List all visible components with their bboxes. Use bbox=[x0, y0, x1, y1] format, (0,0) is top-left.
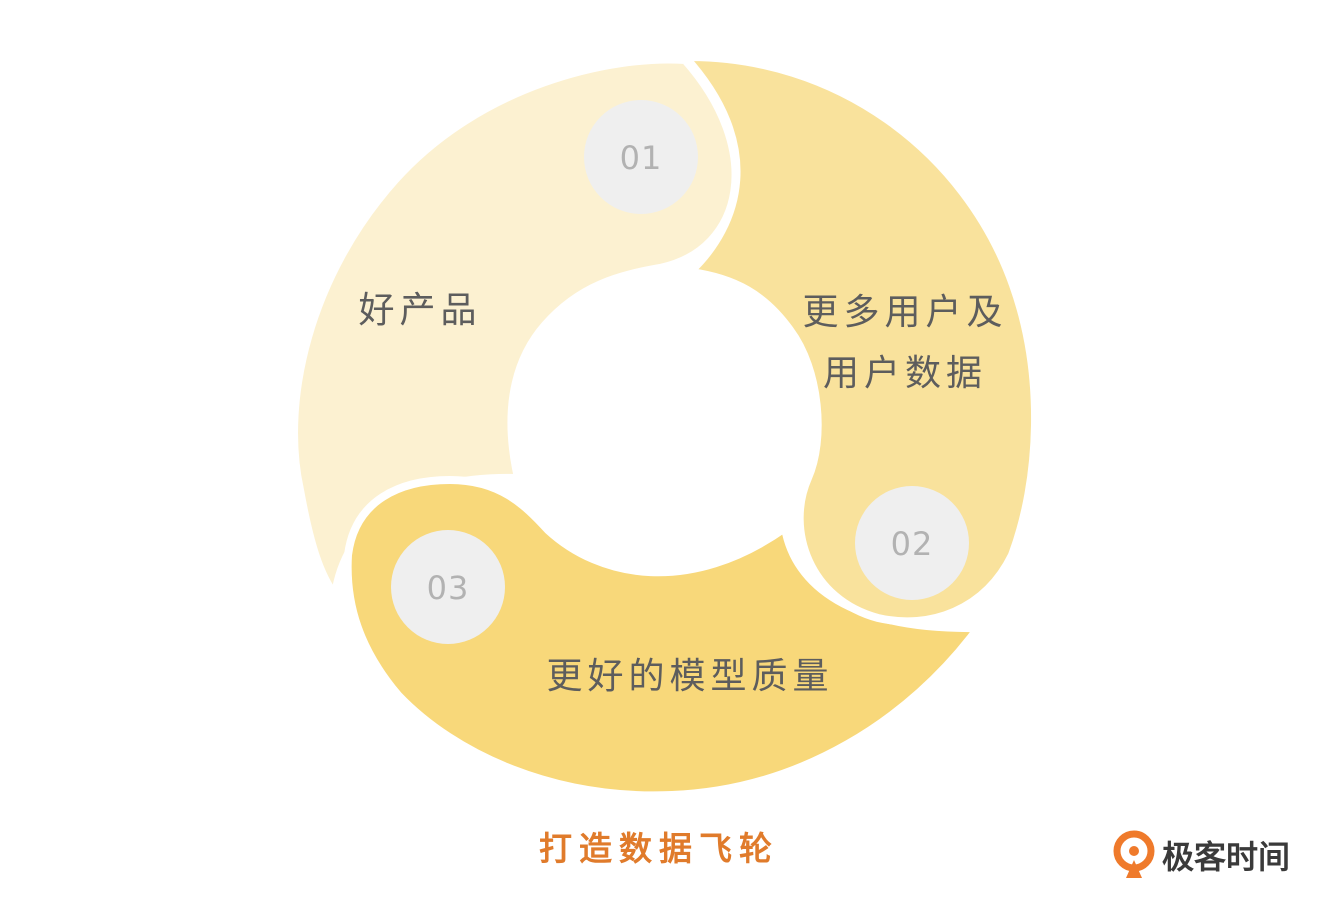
segment-2-label-line-2: 用户数据 bbox=[823, 353, 987, 394]
segment-2-label-line-1: 更多用户及 bbox=[802, 292, 1007, 333]
geektime-logo: 极客时间 bbox=[1112, 830, 1290, 880]
logo-text: 极客时间 bbox=[1162, 838, 1291, 876]
segment-3-label-line-1: 更好的模型质量 bbox=[546, 656, 833, 697]
geektime-logo-icon bbox=[1113, 830, 1155, 878]
step-number-2: 02 bbox=[891, 525, 934, 563]
flywheel-figure: 01 02 03 好产品 更多用户及 用户数据 更好的模型质量 打造数据飞轮 极客时间 bbox=[0, 0, 1318, 904]
segment-1-label-line-1: 好产品 bbox=[358, 290, 481, 331]
step-number-3: 03 bbox=[427, 569, 470, 607]
step-number-1: 01 bbox=[620, 139, 663, 177]
flywheel-diagram: 01 02 03 好产品 更多用户及用户数据更好的模型质量 bbox=[290, 52, 1040, 800]
